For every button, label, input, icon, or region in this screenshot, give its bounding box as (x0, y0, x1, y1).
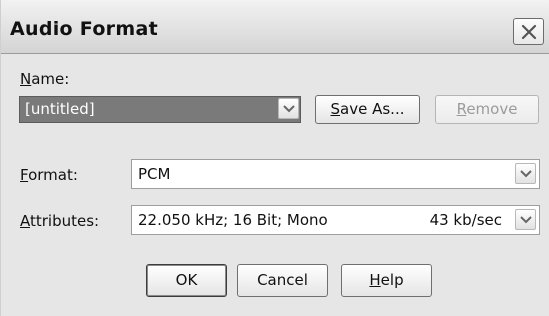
audio-format-dialog: Audio Format Name: [untitled] Save As...… (0, 0, 549, 316)
cancel-button[interactable]: Cancel (237, 264, 328, 297)
chevron-down-icon (283, 105, 295, 113)
close-button[interactable] (513, 18, 544, 45)
ok-button[interactable]: OK (146, 264, 227, 297)
attributes-label: Attributes: (20, 212, 100, 230)
help-button[interactable]: Help (341, 264, 432, 297)
close-icon (521, 24, 537, 40)
remove-button[interactable]: Remove (435, 95, 539, 124)
format-dropdown-button[interactable] (515, 163, 536, 184)
format-label: Format: (20, 166, 78, 184)
name-label: Name: (20, 70, 70, 88)
name-dropdown-button[interactable] (278, 98, 299, 119)
attributes-combobox-value: 22.050 kHz; 16 Bit; Mono (138, 211, 328, 229)
chevron-down-icon (520, 170, 532, 178)
format-combobox-value: PCM (138, 165, 171, 183)
attributes-bitrate: 43 kb/sec (429, 211, 502, 229)
attributes-combobox[interactable]: 22.050 kHz; 16 Bit; Mono 43 kb/sec (131, 205, 540, 235)
name-combobox-value: [untitled] (25, 100, 95, 118)
title-bar[interactable]: Audio Format (1, 0, 549, 54)
dialog-title: Audio Format (10, 18, 158, 40)
save-as-button[interactable]: Save As... (315, 95, 420, 124)
name-combobox[interactable]: [untitled] (19, 96, 301, 123)
format-combobox[interactable]: PCM (131, 159, 540, 189)
attributes-dropdown-button[interactable] (515, 209, 536, 230)
chevron-down-icon (520, 216, 532, 224)
